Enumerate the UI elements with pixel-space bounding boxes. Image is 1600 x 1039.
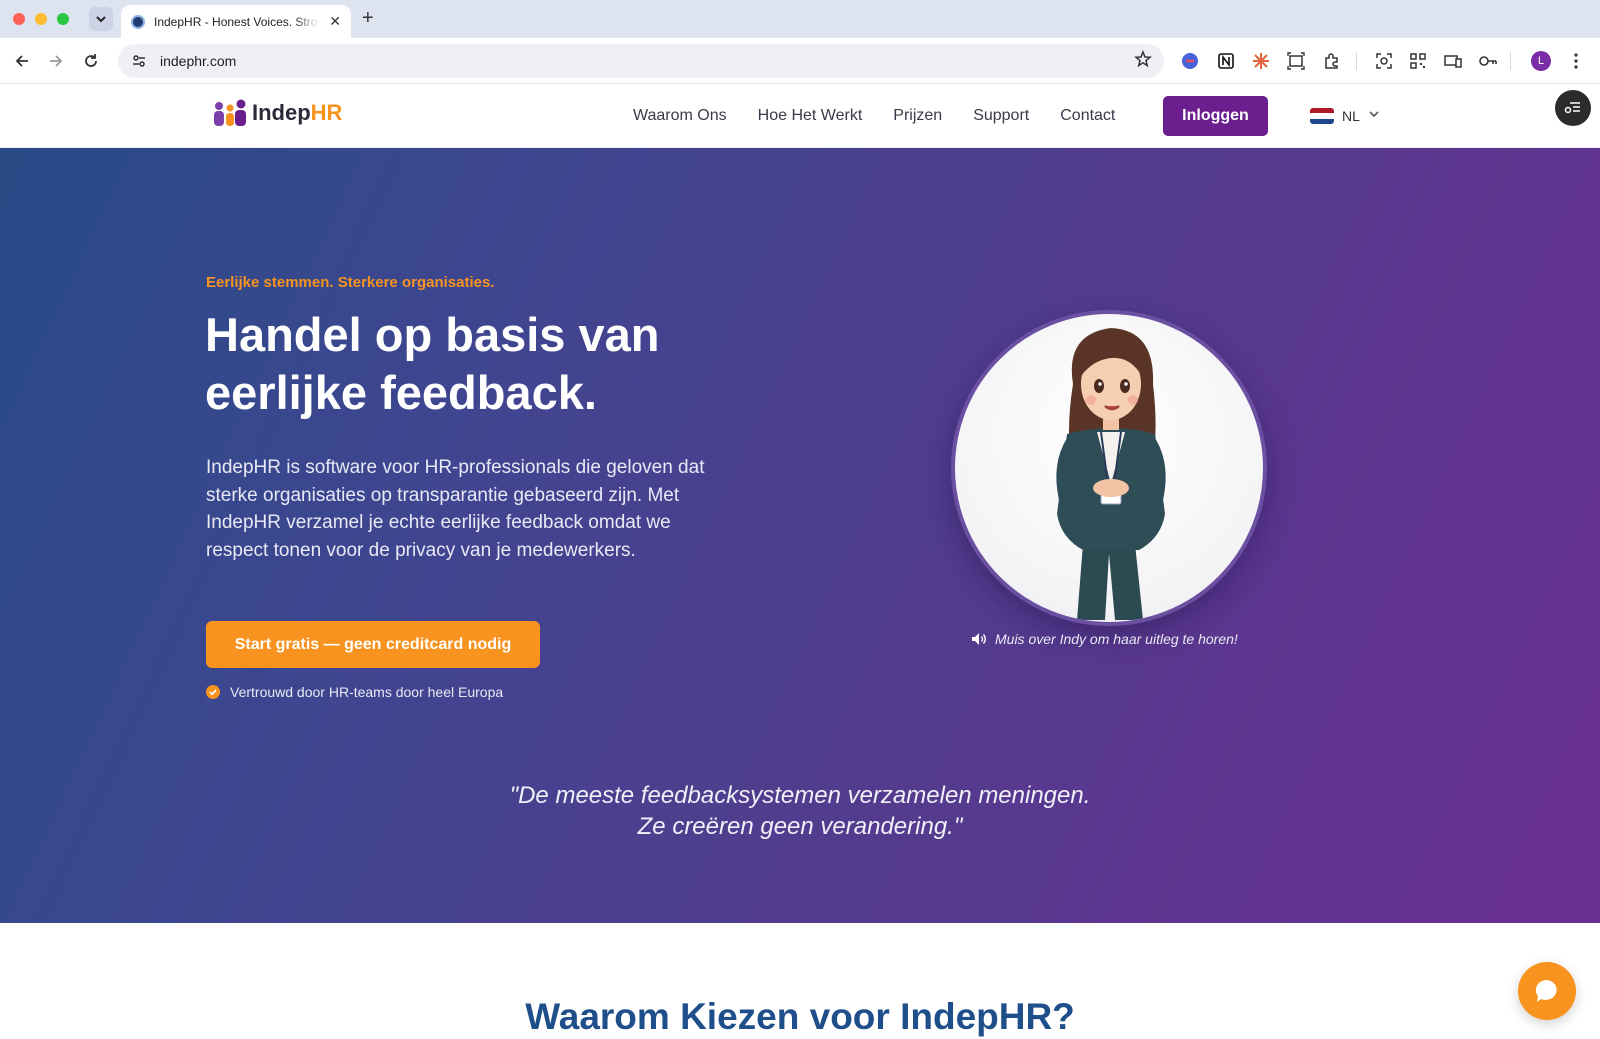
profile-button[interactable]: L [1530,50,1552,72]
password-key-icon[interactable] [1477,50,1499,72]
reload-icon [85,54,97,67]
reader-lines-icon [1564,102,1580,114]
arrow-right-icon [50,55,63,67]
language-code: NL [1342,108,1360,124]
start-free-button[interactable]: Start gratis — geen creditcard nodig [206,621,540,668]
why-choose-title: Waarom Kiezen voor IndepHR? [525,996,1075,1037]
url-text[interactable]: indephr.com [160,53,236,69]
logo-text-main: Indep [252,100,311,125]
speaker-icon [971,632,987,646]
more-vertical-icon [1574,53,1578,69]
site-settings-icon[interactable] [130,52,148,70]
chat-widget-button[interactable] [1518,962,1576,1020]
avatar-caption: Muis over Indy om haar uitleg te horen! [971,631,1238,647]
hero-quote: "De meeste feedbacksystemen verzamelen m… [0,780,1600,842]
indy-character-illustration [1056,328,1166,620]
bookmark-star-icon[interactable] [1134,49,1152,73]
favicon-icon [131,14,145,29]
extensions-puzzle-icon[interactable] [1321,50,1343,72]
forward-button[interactable] [45,50,67,72]
main-nav: Waarom Ons Hoe Het Werkt Prijzen Support… [633,84,1146,148]
language-selector[interactable]: NL [1310,84,1380,148]
hero-eyebrow: Eerlijke stemmen. Sterkere organisaties. [206,274,495,291]
browser-menu-button[interactable] [1565,50,1587,72]
hero-description: IndepHR is software voor HR-professional… [206,457,705,561]
login-button[interactable]: Inloggen [1163,96,1268,136]
back-button[interactable] [11,50,33,72]
toolbar-separator [1356,52,1357,70]
lens-search-icon[interactable] [1373,50,1395,72]
new-tab-button[interactable]: + [362,8,374,28]
chevron-down-icon [96,16,106,23]
maximize-window-button[interactable] [57,13,69,25]
logo-people-icon [212,98,248,128]
tab-close-icon[interactable]: ✕ [329,13,341,30]
nav-link-support[interactable]: Support [973,107,1029,125]
minimize-window-button[interactable] [35,13,47,25]
nav-link-hoe-het-werkt[interactable]: Hoe Het Werkt [758,107,863,125]
extension-translate-icon[interactable] [1179,50,1201,72]
screenshot-icon[interactable] [1285,50,1307,72]
reload-button[interactable] [80,50,102,72]
avatar-caption-text: Muis over Indy om haar uitleg te horen! [995,631,1238,647]
netherlands-flag-icon [1310,108,1334,124]
tab-search-button[interactable] [89,7,113,31]
nav-link-waarom-ons[interactable]: Waarom Ons [633,107,727,125]
chat-bubble-icon [1535,979,1557,1002]
arrow-left-icon [15,55,28,67]
nav-link-contact[interactable]: Contact [1060,107,1115,125]
site-logo[interactable]: IndepHR [212,98,342,128]
quote-line-1: "De meeste feedbacksystemen verzamelen m… [509,782,1091,809]
reading-mode-button[interactable] [1555,90,1591,126]
trust-text: Vertrouwd door HR-teams door heel Europa [230,684,504,700]
quote-line-2: Ze creëren geen verandering." [637,813,963,840]
tab-title: IndepHR - Honest Voices. Stronger Organi… [154,14,319,29]
toolbar-separator [1510,52,1511,70]
qr-code-icon[interactable] [1407,50,1429,72]
browser-toolbar: indephr.com L [0,38,1600,84]
extension-notion-icon[interactable] [1215,50,1237,72]
close-window-button[interactable] [13,13,25,25]
logo-text: IndepHR [252,100,342,126]
extension-sparkle-icon[interactable] [1250,50,1272,72]
chevron-down-icon [1368,107,1380,125]
site-header: IndepHR Waarom Ons Hoe Het Werkt Prijzen… [0,84,1600,148]
logo-text-accent: HR [310,100,343,125]
address-bar[interactable]: indephr.com [118,44,1164,78]
browser-tab-strip: IndepHR - Honest Voices. Stronger Organi… [0,0,1600,38]
hero-title: Handel op basis van eerlijke feedback. [205,308,660,419]
cast-device-icon[interactable] [1442,50,1464,72]
check-circle-icon [206,685,220,699]
trust-badge: Vertrouwd door HR-teams door heel Europa [206,684,503,700]
hero-section: Eerlijke stemmen. Sterkere organisaties.… [0,148,1600,923]
profile-avatar: L [1531,51,1551,71]
browser-tab-active[interactable]: IndepHR - Honest Voices. Stronger Organi… [121,5,351,38]
indy-avatar[interactable] [951,310,1267,626]
nav-link-prijzen[interactable]: Prijzen [893,107,942,125]
